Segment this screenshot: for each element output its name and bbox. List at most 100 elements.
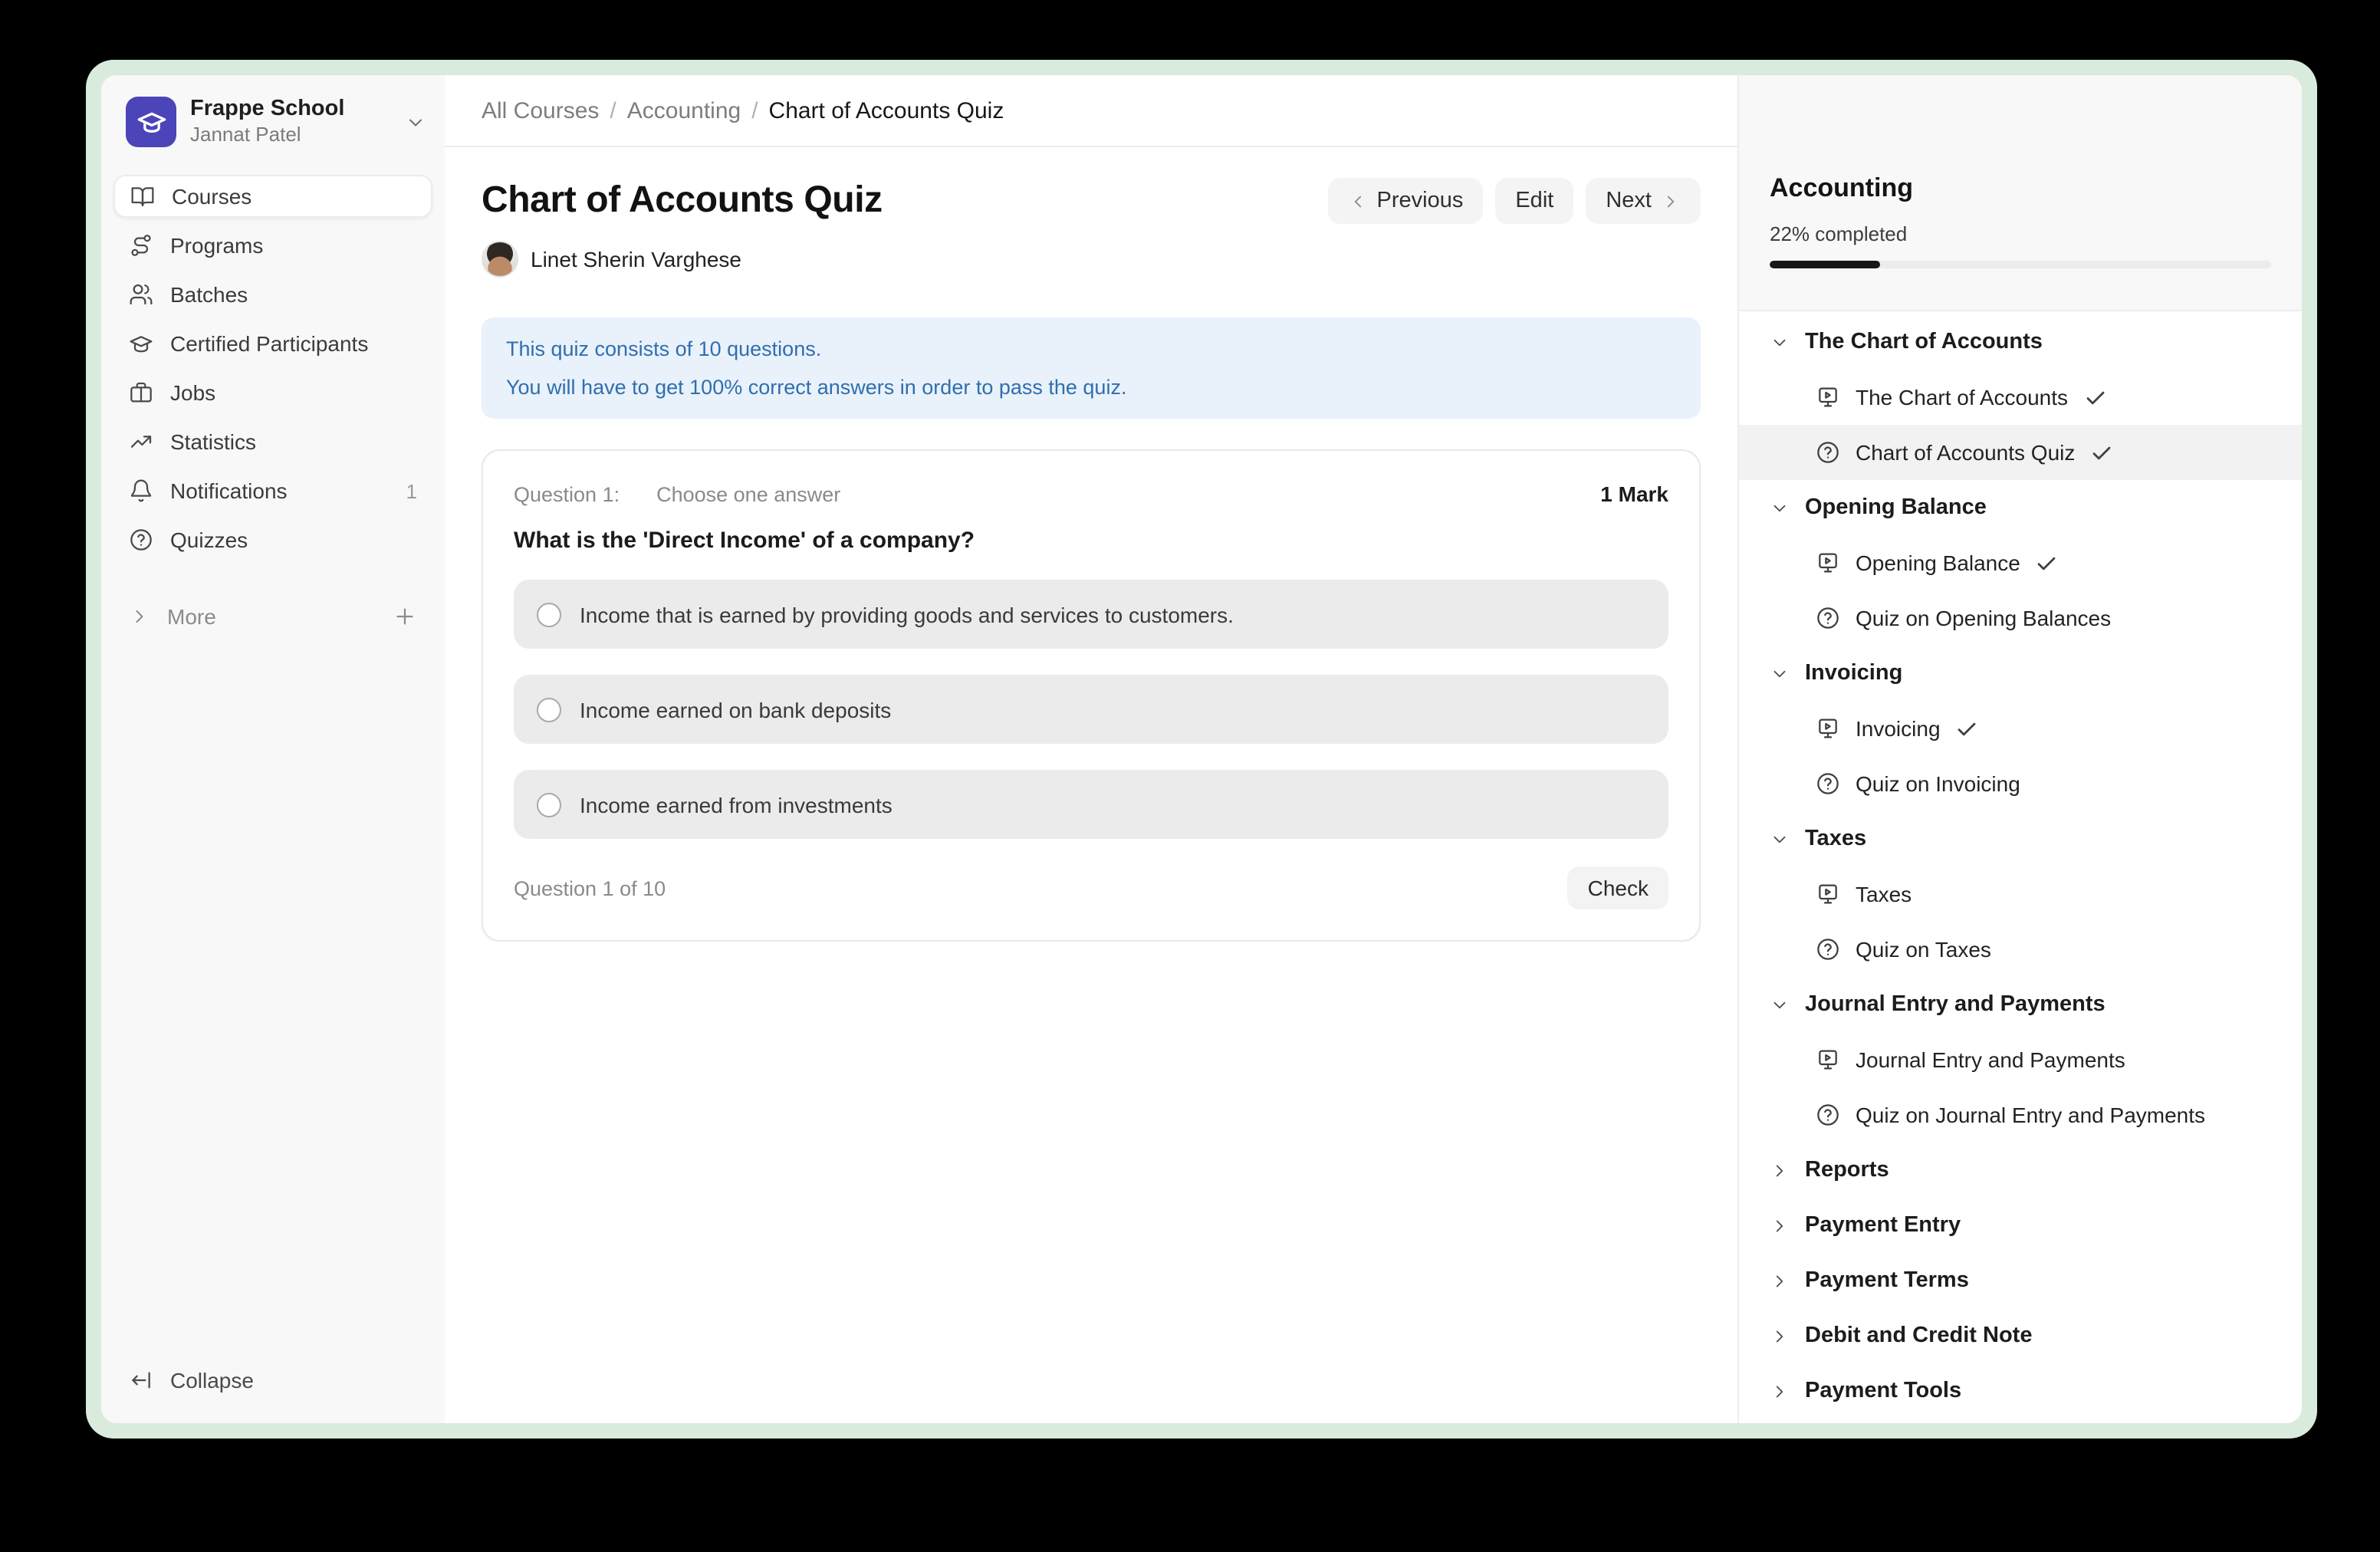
help-circle-icon xyxy=(129,528,153,552)
monitor-play-icon xyxy=(1816,551,1840,575)
check-answer-button[interactable]: Check xyxy=(1568,866,1668,909)
chevron-down-icon xyxy=(1770,995,1790,1014)
sidebar-more-toggle[interactable]: More xyxy=(113,595,432,638)
monitor-play-icon xyxy=(1816,1047,1840,1072)
outline-section-taxes[interactable]: Taxes xyxy=(1739,811,2302,866)
book-open-icon xyxy=(130,184,155,209)
answer-option[interactable]: Income earned from investments xyxy=(514,770,1668,839)
outline-section-reports[interactable]: Reports xyxy=(1739,1143,2302,1198)
chevron-down-icon xyxy=(1770,663,1790,683)
collapse-arrow-icon xyxy=(129,1368,153,1393)
screen: Frappe School Jannat Patel Courses Progr… xyxy=(0,0,2380,1552)
outline-section-invoicing[interactable]: Invoicing xyxy=(1739,646,2302,701)
quiz-notice-banner: This quiz consists of 10 questions. You … xyxy=(482,317,1701,419)
briefcase-icon xyxy=(129,380,153,405)
breadcrumb-all-courses[interactable]: All Courses xyxy=(482,97,599,123)
question-text: What is the 'Direct Income' of a company… xyxy=(514,528,1668,554)
sidebar-item-label: Batches xyxy=(170,282,248,307)
users-icon xyxy=(129,282,153,307)
sidebar-item-quizzes[interactable]: Quizzes xyxy=(113,518,432,561)
course-title: Accounting xyxy=(1770,173,2271,204)
edit-button[interactable]: Edit xyxy=(1495,178,1573,224)
progress-bar xyxy=(1770,261,2271,268)
chevron-right-icon xyxy=(1770,1326,1790,1346)
outline-quiz-current[interactable]: Chart of Accounts Quiz xyxy=(1739,425,2302,480)
chevron-left-icon xyxy=(1348,191,1368,211)
frappe-school-logo xyxy=(126,97,176,147)
outline-quiz[interactable]: Quiz on Invoicing xyxy=(1739,756,2302,811)
outline-section-debit-and-credit-note[interactable]: Debit and Credit Note xyxy=(1739,1308,2302,1363)
answer-option[interactable]: Income earned on bank deposits xyxy=(514,675,1668,744)
trending-up-icon xyxy=(129,429,153,454)
sidebar-item-batches[interactable]: Batches xyxy=(113,273,432,316)
chevron-down-icon xyxy=(1770,332,1790,352)
outline-lesson[interactable]: Journal Entry and Payments xyxy=(1739,1032,2302,1087)
sidebar-item-label: Jobs xyxy=(170,380,215,405)
graduation-cap-icon xyxy=(136,107,166,137)
monitor-play-icon xyxy=(1816,385,1840,409)
chevron-down-icon xyxy=(1770,498,1790,518)
help-circle-icon xyxy=(1816,606,1840,630)
bell-icon xyxy=(129,478,153,503)
breadcrumb-separator: / xyxy=(610,97,616,123)
sidebar-item-label: Programs xyxy=(170,233,263,258)
previous-button[interactable]: Previous xyxy=(1328,178,1484,224)
outline-lesson[interactable]: Taxes xyxy=(1739,866,2302,922)
course-outline-list: The Chart of Accounts The Chart of Accou… xyxy=(1739,311,2302,1423)
author-name: Linet Sherin Varghese xyxy=(531,247,741,271)
outline-quiz[interactable]: Quiz on Journal Entry and Payments xyxy=(1739,1087,2302,1143)
sidebar-item-notifications[interactable]: Notifications 1 xyxy=(113,469,432,512)
completed-check-icon xyxy=(2090,441,2113,464)
option-label: Income earned on bank deposits xyxy=(580,697,891,722)
sidebar-item-statistics[interactable]: Statistics xyxy=(113,420,432,463)
collapse-label: Collapse xyxy=(170,1368,254,1393)
sidebar-item-programs[interactable]: Programs xyxy=(113,224,432,267)
outline-section-chart-of-accounts[interactable]: The Chart of Accounts xyxy=(1739,314,2302,370)
help-circle-icon xyxy=(1816,937,1840,962)
outline-section-opening-balance[interactable]: Opening Balance xyxy=(1739,480,2302,535)
question-marks: 1 Mark xyxy=(1600,482,1668,506)
app-sidebar: Frappe School Jannat Patel Courses Progr… xyxy=(101,75,445,1423)
radio-button[interactable] xyxy=(537,697,561,722)
sidebar-item-certified-participants[interactable]: Certified Participants xyxy=(113,322,432,365)
question-card: Question 1: Choose one answer 1 Mark Wha… xyxy=(482,449,1701,942)
next-button[interactable]: Next xyxy=(1586,178,1701,224)
sidebar-item-label: Quizzes xyxy=(170,528,248,552)
sidebar-item-label: Certified Participants xyxy=(170,331,368,356)
breadcrumb-accounting[interactable]: Accounting xyxy=(627,97,741,123)
help-circle-icon xyxy=(1816,771,1840,796)
outline-quiz[interactable]: Quiz on Taxes xyxy=(1739,922,2302,977)
sidebar-item-label: Statistics xyxy=(170,429,256,454)
notice-line: You will have to get 100% correct answer… xyxy=(506,368,1676,406)
radio-button[interactable] xyxy=(537,602,561,626)
progress-label: 22% completed xyxy=(1770,222,2271,245)
monitor-play-icon xyxy=(1816,882,1840,906)
radio-button[interactable] xyxy=(537,792,561,817)
outline-section-payment-entry[interactable]: Payment Entry xyxy=(1739,1198,2302,1253)
answer-option[interactable]: Income that is earned by providing goods… xyxy=(514,580,1668,649)
outline-quiz[interactable]: Quiz on Opening Balances xyxy=(1739,590,2302,646)
school-switcher[interactable]: Frappe School Jannat Patel xyxy=(126,97,426,147)
notice-line: This quiz consists of 10 questions. xyxy=(506,330,1676,368)
completed-check-icon xyxy=(2036,551,2059,574)
outline-section-journal-entry-and-payments[interactable]: Journal Entry and Payments xyxy=(1739,977,2302,1032)
collapse-sidebar-button[interactable]: Collapse xyxy=(113,1359,432,1402)
outline-section-payment-terms[interactable]: Payment Terms xyxy=(1739,1253,2302,1308)
outline-lesson[interactable]: Opening Balance xyxy=(1739,535,2302,590)
chevron-down-icon xyxy=(1770,829,1790,849)
option-label: Income that is earned by providing goods… xyxy=(580,602,1234,626)
app-window: Frappe School Jannat Patel Courses Progr… xyxy=(86,60,2317,1439)
sidebar-item-label: Courses xyxy=(172,184,251,209)
school-name: Frappe School xyxy=(190,97,391,123)
progress-bar-fill xyxy=(1770,261,1880,268)
sidebar-item-courses[interactable]: Courses xyxy=(113,175,432,218)
route-icon xyxy=(129,233,153,258)
sidebar-more-label: More xyxy=(167,604,216,629)
outline-section-payment-tools[interactable]: Payment Tools xyxy=(1739,1363,2302,1419)
outline-lesson[interactable]: Invoicing xyxy=(1739,701,2302,756)
monitor-play-icon xyxy=(1816,716,1840,741)
outline-lesson[interactable]: The Chart of Accounts xyxy=(1739,370,2302,425)
author-avatar xyxy=(482,241,518,278)
sidebar-item-jobs[interactable]: Jobs xyxy=(113,371,432,414)
plus-icon[interactable] xyxy=(393,604,417,629)
